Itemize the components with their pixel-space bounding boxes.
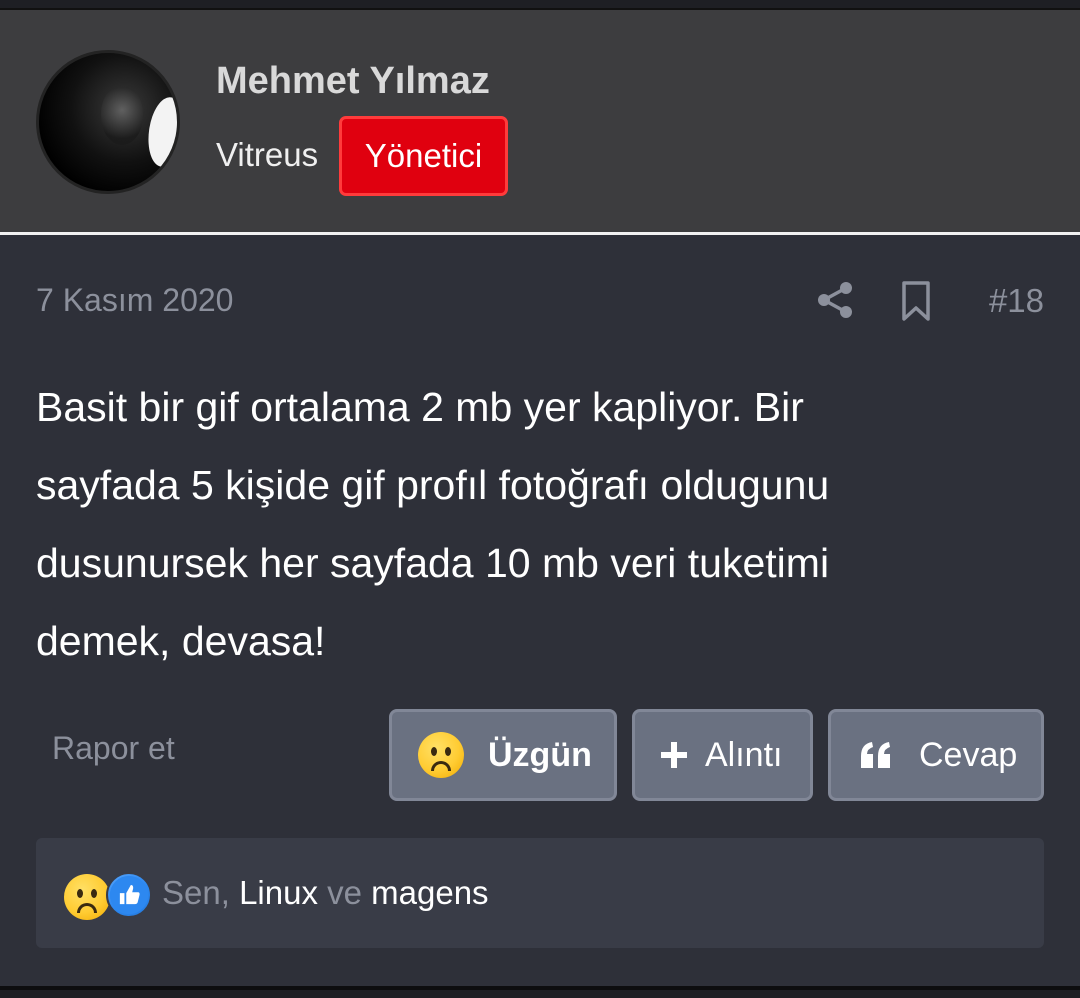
user-avatar[interactable] bbox=[36, 50, 180, 194]
post-user-header: Mehmet Yılmaz Vitreus Yönetici bbox=[0, 10, 1080, 235]
sad-emoji-icon bbox=[64, 874, 110, 920]
report-link[interactable]: Rapor et bbox=[52, 730, 175, 767]
reaction-user-link[interactable]: Linux bbox=[239, 874, 318, 911]
like-thumb-icon bbox=[106, 872, 152, 918]
forum-post: Mehmet Yılmaz Vitreus Yönetici 7 Kasım 2… bbox=[0, 8, 1080, 990]
plus-icon bbox=[661, 742, 687, 768]
quote-button-label: Alıntı bbox=[705, 735, 783, 774]
role-badge: Yönetici bbox=[339, 116, 508, 196]
user-title: Vitreus bbox=[216, 136, 319, 173]
reaction-button-label: Üzgün bbox=[488, 735, 592, 774]
reaction-button[interactable]: Üzgün bbox=[389, 709, 617, 801]
message-line: dusunursek her sayfada 10 mb veri tuketi… bbox=[36, 540, 830, 586]
bookmark-icon[interactable] bbox=[898, 280, 934, 322]
message-line: Basit bir gif ortalama 2 mb yer kapliyor… bbox=[36, 384, 804, 430]
reaction-user-self: Sen bbox=[162, 874, 221, 911]
reaction-separator: , bbox=[220, 874, 230, 911]
avatar-glare bbox=[144, 94, 177, 170]
username-link[interactable]: Mehmet Yılmaz bbox=[216, 60, 490, 103]
reply-button-label: Cevap bbox=[919, 735, 1018, 774]
reactions-summary[interactable]: Sen, Linux ve magens bbox=[36, 838, 1044, 948]
reply-button[interactable]: Cevap bbox=[828, 709, 1044, 801]
reactions-users: Sen, Linux ve magens bbox=[162, 874, 489, 912]
post-date[interactable]: 7 Kasım 2020 bbox=[36, 282, 233, 319]
quote-mark-icon bbox=[861, 742, 890, 768]
reaction-conjunction: ve bbox=[327, 874, 362, 911]
quote-button[interactable]: Alıntı bbox=[632, 709, 813, 801]
share-icon[interactable] bbox=[815, 280, 855, 320]
post-message: Basit bir gif ortalama 2 mb yer kapliyor… bbox=[36, 368, 996, 680]
post-number-link[interactable]: #18 bbox=[989, 282, 1044, 320]
avatar-face bbox=[101, 87, 143, 145]
message-line: sayfada 5 kişide gif profıl fotoğrafı ol… bbox=[36, 462, 830, 508]
sad-emoji-icon bbox=[418, 732, 464, 778]
message-line: demek, devasa! bbox=[36, 618, 326, 664]
reaction-user-link[interactable]: magens bbox=[371, 874, 488, 911]
